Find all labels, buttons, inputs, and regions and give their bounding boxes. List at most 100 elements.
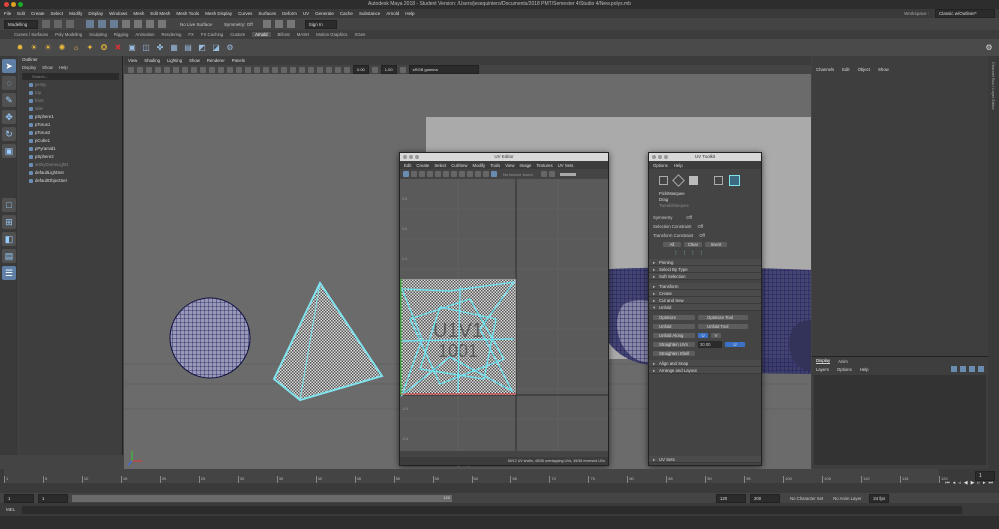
uv-checker-icon[interactable] <box>451 171 457 177</box>
uv-exposure-icon[interactable] <box>540 171 547 177</box>
go-to-start-icon[interactable]: ⏮ <box>945 480 950 486</box>
section-transform[interactable]: Transform <box>649 283 761 290</box>
tab-display[interactable]: Display <box>816 358 831 364</box>
uv-mode-icon[interactable] <box>714 175 723 185</box>
minimize-window-button[interactable] <box>11 2 16 7</box>
shelf-settings-icon[interactable]: ⚙ <box>983 42 995 54</box>
uv-shade-icon[interactable] <box>427 171 433 177</box>
exposure-icon[interactable] <box>344 66 350 73</box>
uv-editor-titlebar[interactable]: UV Editor <box>400 153 608 161</box>
viewport-menu-show[interactable]: Show <box>189 58 200 63</box>
help-menu[interactable]: Help <box>860 367 869 372</box>
select-border-icon[interactable]: ⫶ <box>675 251 677 258</box>
playback-end-field[interactable]: 120 <box>716 493 746 503</box>
exposure-field[interactable]: 0.00 <box>353 65 369 74</box>
menu-substance[interactable]: Substance <box>359 11 380 16</box>
symmetry-dropdown[interactable]: Off <box>686 215 692 220</box>
outliner-item[interactable]: pSphere1 <box>19 113 122 121</box>
render-frame-icon[interactable] <box>262 20 271 28</box>
vertex-mode-icon[interactable] <box>659 175 668 185</box>
wireframe-icon[interactable] <box>218 66 224 73</box>
uv-distortion-icon[interactable] <box>435 171 441 177</box>
select-object-icon[interactable] <box>98 20 106 28</box>
menu-display[interactable]: Display <box>88 11 103 16</box>
snap-view-icon[interactable] <box>158 20 166 28</box>
straighten-uvs-button[interactable]: Straighten UVs <box>653 342 695 347</box>
outliner-item[interactable]: pPyramid1 <box>19 145 122 153</box>
minimize-button[interactable] <box>409 155 413 159</box>
grid-toggle-icon[interactable] <box>164 66 170 73</box>
outliner-item[interactable]: pTorus1 <box>19 121 122 129</box>
snap-point-icon[interactable] <box>146 20 154 28</box>
color-management-icon[interactable] <box>399 66 406 73</box>
uv-image-icon[interactable] <box>411 171 417 177</box>
optimize-button[interactable]: Optimize <box>653 315 695 320</box>
close-button[interactable] <box>403 155 407 159</box>
unfold-along-v-button[interactable]: V <box>711 333 721 338</box>
invert-selection-button[interactable]: Invert <box>705 242 727 247</box>
render-settings-icon[interactable] <box>286 20 295 28</box>
uv-sets-section-header[interactable]: UV Sets <box>649 456 761 463</box>
safe-action-icon[interactable] <box>209 66 215 73</box>
create-aov-icon[interactable]: ▦ <box>168 42 180 54</box>
fps-dropdown[interactable]: 24 fps <box>869 493 890 503</box>
range-slider-bar[interactable]: 120 <box>72 494 452 502</box>
select-all-button[interactable]: All <box>663 242 681 247</box>
shelf-tab-xgen[interactable]: XGen <box>354 32 365 37</box>
uv-menu-modify[interactable]: Modify <box>473 163 486 168</box>
area-light-icon[interactable]: ☀ <box>28 42 40 54</box>
unfold-section-header[interactable]: Unfold <box>649 304 761 311</box>
close-button[interactable] <box>652 155 656 159</box>
bookmark-icon[interactable] <box>146 66 152 73</box>
shadows-icon[interactable] <box>263 66 269 73</box>
uv-dim-icon[interactable] <box>419 171 425 177</box>
tab-anim[interactable]: Anim <box>838 359 848 364</box>
render-view-icon[interactable]: ▤ <box>182 42 194 54</box>
shelf-tab-sculpting[interactable]: Sculpting <box>89 32 107 37</box>
outliner-menu-show[interactable]: Show <box>42 64 53 72</box>
step-forward-key-icon[interactable]: ▸ <box>983 480 986 486</box>
outliner-menu-help[interactable]: Help <box>59 64 68 72</box>
section-arrange-and-layout[interactable]: Arrange and Layout <box>649 367 761 374</box>
depth-of-field-icon[interactable] <box>299 66 305 73</box>
select-flipped-icon[interactable]: ⫶ <box>701 251 703 258</box>
workspace-dropdown[interactable]: Classic w/Outliner* <box>935 9 995 18</box>
shelf-tab-fx[interactable]: FX <box>188 32 194 37</box>
zoom-button[interactable] <box>664 155 668 159</box>
shelf-tab-fx-caching[interactable]: FX Caching <box>201 32 223 37</box>
section-create[interactable]: Create <box>649 290 761 297</box>
uv-menu-uv-sets[interactable]: UV Sets <box>558 163 574 168</box>
shelf-tab-poly-modeling[interactable]: Poly Modeling <box>55 32 82 37</box>
outliner-item[interactable]: persp <box>19 81 122 89</box>
tweak-marquee-option[interactable]: Tweak/Marquee <box>659 203 761 209</box>
xray-icon[interactable] <box>317 66 323 73</box>
uv-menu-textures[interactable]: Textures <box>536 163 552 168</box>
clear-selection-button[interactable]: Clear <box>684 242 702 247</box>
xray-joints-icon[interactable] <box>326 66 332 73</box>
select-hierarchy-icon[interactable] <box>86 20 94 28</box>
viewport-menu-renderer[interactable]: Renderer <box>207 58 225 63</box>
zoom-button[interactable] <box>415 155 419 159</box>
new-scene-icon[interactable] <box>42 20 50 28</box>
menu-modify[interactable]: Modify <box>69 11 82 16</box>
shelf-tab-bifrost[interactable]: Bifrost <box>278 32 290 37</box>
menu-help[interactable]: Help <box>405 11 414 16</box>
outliner-item[interactable]: defaultLightSet <box>19 169 122 177</box>
standin-icon[interactable]: ▣ <box>126 42 138 54</box>
sign-in-dropdown[interactable]: Sign In <box>304 19 337 29</box>
isolate-select-icon[interactable] <box>308 66 314 73</box>
pyramid-mesh[interactable] <box>272 280 384 402</box>
straighten-angle-field[interactable]: 30.00 <box>698 341 722 348</box>
menu-generate[interactable]: Generate <box>315 11 334 16</box>
textured-icon[interactable] <box>245 66 251 73</box>
outliner-item[interactable]: top <box>19 89 122 97</box>
section-cut-and-sew[interactable]: Cut and Sew <box>649 297 761 304</box>
time-slider[interactable]: 1 5 10 15 20 25 30 35 40 45 50 55 60 65 70 75 80 85 90 95 10… <box>0 469 999 493</box>
face-mode-icon[interactable] <box>689 175 698 185</box>
outliner-layout-icon[interactable]: ☰ <box>2 266 16 280</box>
outliner-item[interactable]: pCube1 <box>19 137 122 145</box>
new-empty-layer-icon[interactable] <box>969 366 975 372</box>
uv-toolkit-menu-options[interactable]: Options <box>653 163 668 168</box>
uv-filter-icon[interactable] <box>467 171 473 177</box>
save-scene-icon[interactable] <box>66 20 74 28</box>
